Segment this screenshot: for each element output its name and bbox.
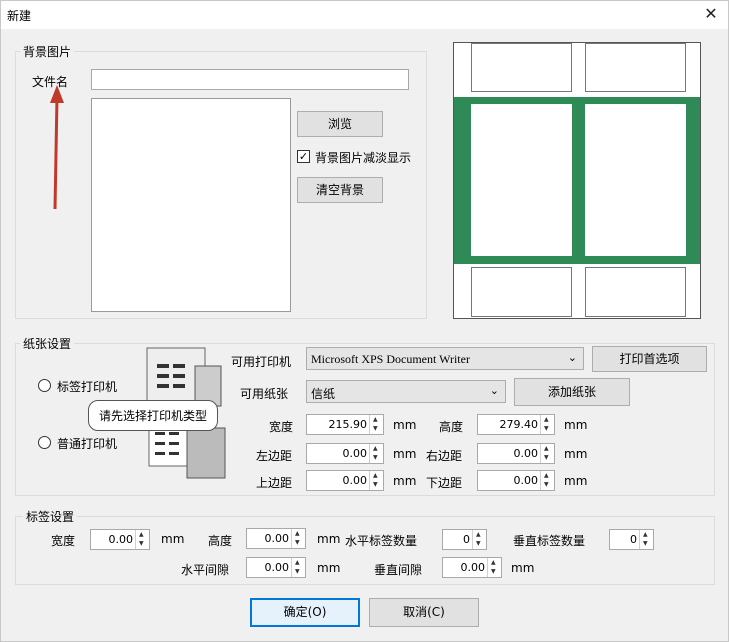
- stepper-arrows-icon[interactable]: ▲ ▼: [369, 415, 383, 434]
- stepper-arrows-icon[interactable]: ▲ ▼: [291, 558, 305, 577]
- paper-select-value: 信纸: [311, 387, 336, 401]
- label-width-label: 宽度: [51, 534, 76, 548]
- label-width-stepper[interactable]: 0.00 ▲ ▼: [90, 529, 150, 550]
- h-count-label: 水平标签数量: [345, 534, 418, 548]
- printer-select[interactable]: Microsoft XPS Document Writer ⌄: [306, 347, 584, 370]
- new-dialog: 新建 ✕ 背景图片 文件名 浏览 ✓ 背景图片减淡显示 清空背景 纸张设置 标签…: [0, 0, 729, 642]
- title-bar: 新建 ✕: [1, 1, 728, 29]
- left-margin-value: 0.00: [342, 447, 368, 460]
- v-count-label: 垂直标签数量: [513, 534, 586, 548]
- normal-printer-label: 普通打印机: [57, 437, 118, 451]
- left-margin-label: 左边距: [256, 449, 293, 463]
- right-margin-stepper[interactable]: 0.00 ▲ ▼: [477, 443, 555, 464]
- left-margin-stepper[interactable]: 0.00 ▲ ▼: [306, 443, 384, 464]
- background-group-title: 背景图片: [20, 43, 75, 60]
- dim-checkbox[interactable]: ✓: [297, 150, 310, 163]
- h-gap-label: 水平间隙: [181, 563, 230, 577]
- bottom-margin-value: 0.00: [513, 474, 539, 487]
- ok-button[interactable]: 确定(O): [250, 598, 360, 627]
- paper-height-label: 高度: [439, 420, 464, 434]
- h-gap-value: 0.00: [264, 561, 290, 574]
- label-width-value: 0.00: [108, 533, 134, 546]
- clear-background-button[interactable]: 清空背景: [297, 177, 383, 203]
- v-gap-value: 0.00: [460, 561, 486, 574]
- unit-mm: mm: [393, 474, 417, 488]
- printer-select-value: Microsoft XPS Document Writer: [311, 352, 470, 366]
- unit-mm: mm: [564, 418, 588, 432]
- browse-button[interactable]: 浏览: [297, 111, 383, 137]
- stepper-arrows-icon[interactable]: ▲ ▼: [369, 444, 383, 463]
- label-height-stepper[interactable]: 0.00 ▲ ▼: [246, 528, 306, 549]
- unit-mm: mm: [393, 418, 417, 432]
- dim-checkbox-label: 背景图片减淡显示: [315, 151, 412, 165]
- normal-printer-radio[interactable]: [38, 436, 51, 449]
- h-count-value: 0: [463, 533, 470, 546]
- add-paper-button[interactable]: 添加纸张: [514, 378, 630, 406]
- close-icon[interactable]: ✕: [694, 1, 728, 29]
- label-printer-label: 标签打印机: [57, 380, 118, 394]
- top-margin-value: 0.00: [342, 474, 368, 487]
- background-preview-box: [91, 98, 291, 312]
- stepper-arrows-icon[interactable]: ▲ ▼: [135, 530, 149, 549]
- chevron-down-icon: ⌄: [489, 384, 499, 397]
- unit-mm: mm: [317, 561, 341, 575]
- right-margin-value: 0.00: [513, 447, 539, 460]
- paper-width-label: 宽度: [269, 420, 294, 434]
- label-printer-radio[interactable]: [38, 379, 51, 392]
- paper-width-value: 215.90: [328, 418, 368, 431]
- unit-mm: mm: [511, 561, 535, 575]
- preview-cell: [471, 267, 572, 317]
- unit-mm: mm: [564, 474, 588, 488]
- cancel-button[interactable]: 取消(C): [369, 598, 479, 627]
- stepper-arrows-icon[interactable]: ▲ ▼: [291, 529, 305, 548]
- h-count-stepper[interactable]: 0 ▲ ▼: [442, 529, 487, 550]
- stepper-arrows-icon[interactable]: ▲ ▼: [639, 530, 653, 549]
- label-height-label: 高度: [208, 534, 233, 548]
- stepper-arrows-icon[interactable]: ▲ ▼: [540, 415, 554, 434]
- bottom-margin-stepper[interactable]: 0.00 ▲ ▼: [477, 470, 555, 491]
- v-gap-stepper[interactable]: 0.00 ▲ ▼: [442, 557, 502, 578]
- stepper-arrows-icon[interactable]: ▲ ▼: [540, 444, 554, 463]
- v-gap-label: 垂直间隙: [374, 563, 423, 577]
- bottom-margin-label: 下边距: [426, 476, 463, 490]
- chevron-down-icon: ⌄: [567, 351, 577, 364]
- top-margin-stepper[interactable]: 0.00 ▲ ▼: [306, 470, 384, 491]
- paper-height-value: 279.40: [499, 418, 539, 431]
- paper-height-stepper[interactable]: 279.40 ▲ ▼: [477, 414, 555, 435]
- window-title: 新建: [7, 9, 32, 23]
- unit-mm: mm: [564, 447, 588, 461]
- available-paper-label: 可用纸张: [240, 387, 289, 401]
- paper-width-stepper[interactable]: 215.90 ▲ ▼: [306, 414, 384, 435]
- label-group: [15, 516, 715, 585]
- right-margin-label: 右边距: [426, 449, 463, 463]
- stepper-arrows-icon[interactable]: ▲ ▼: [472, 530, 486, 549]
- label-height-value: 0.00: [264, 532, 290, 545]
- label-group-title: 标签设置: [23, 508, 78, 525]
- file-name-input[interactable]: [91, 69, 409, 90]
- preview-cell: [471, 43, 572, 92]
- stepper-arrows-icon[interactable]: ▲ ▼: [487, 558, 501, 577]
- preview-cell: [585, 104, 686, 256]
- preview-cell: [471, 104, 572, 256]
- preview-cell: [585, 43, 686, 92]
- print-preferences-button[interactable]: 打印首选项: [592, 346, 707, 372]
- layout-preview: [453, 42, 701, 319]
- preview-cell: [585, 267, 686, 317]
- unit-mm: mm: [393, 447, 417, 461]
- v-count-stepper[interactable]: 0 ▲ ▼: [609, 529, 654, 550]
- stepper-arrows-icon[interactable]: ▲ ▼: [540, 471, 554, 490]
- unit-mm: mm: [317, 532, 341, 546]
- unit-mm: mm: [161, 532, 185, 546]
- annotation-arrow-icon: [50, 85, 64, 210]
- h-gap-stepper[interactable]: 0.00 ▲ ▼: [246, 557, 306, 578]
- available-printer-label: 可用打印机: [231, 355, 292, 369]
- printer-type-tooltip: 请先选择打印机类型: [88, 400, 219, 431]
- paper-select[interactable]: 信纸 ⌄: [306, 380, 506, 403]
- paper-group-title: 纸张设置: [20, 335, 75, 352]
- top-margin-label: 上边距: [256, 476, 293, 490]
- v-count-value: 0: [630, 533, 637, 546]
- stepper-arrows-icon[interactable]: ▲ ▼: [369, 471, 383, 490]
